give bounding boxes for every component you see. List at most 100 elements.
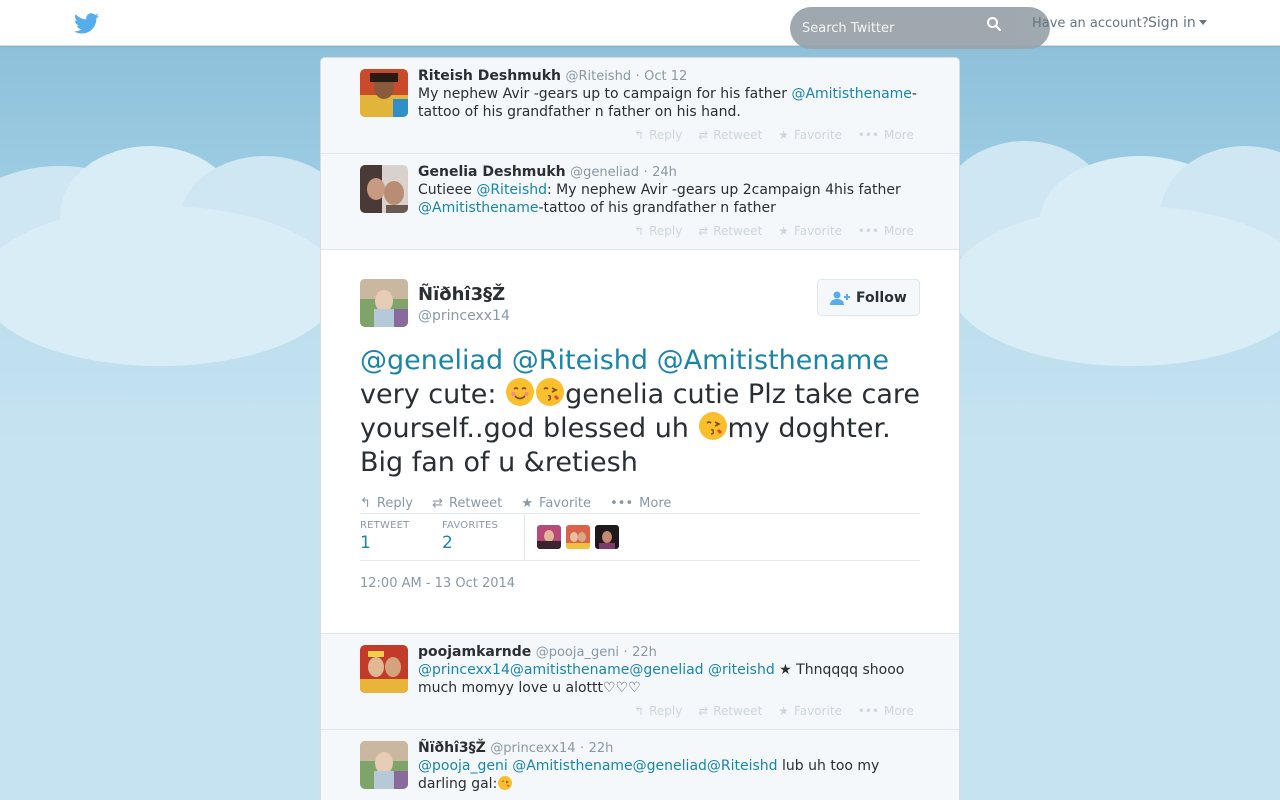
author-name[interactable]: Ñïðhî3§Ž <box>418 740 486 756</box>
more-dots-icon: ••• <box>610 496 634 511</box>
retweet-label: Retweet <box>713 704 763 718</box>
retweet-icon: ⇄ <box>698 704 709 718</box>
mention-link[interactable]: @Riteishd <box>707 758 778 774</box>
reply-icon: ↰ <box>360 496 371 511</box>
mention-link[interactable]: @Riteishd <box>512 345 648 376</box>
author-handle[interactable]: @pooja_geni <box>536 645 619 660</box>
reply-button[interactable]: ↰ Reply <box>360 496 413 511</box>
tweet-text: My nephew Avir -gears up to campaign for… <box>418 85 923 121</box>
reply-tweet[interactable]: Ñïðhî3§Ž @princexx14 · 22h @pooja_geni @… <box>321 730 959 800</box>
retweet-label: Retweet <box>448 496 503 511</box>
retweet-button[interactable]: ⇄ Retweet <box>698 704 762 718</box>
favoriter-avatar[interactable] <box>595 525 619 549</box>
search-input[interactable] <box>802 18 982 38</box>
tweet-header: poojamkarnde @pooja_geni · 22h <box>418 644 657 660</box>
ancestor-tweet[interactable]: Genelia Deshmukh @geneliad · 24h Cutieee… <box>321 154 959 250</box>
kissing-face-emoji-icon <box>536 378 565 406</box>
mention-link[interactable]: @princexx14 <box>418 662 510 678</box>
add-user-icon <box>830 291 850 305</box>
tweet-time[interactable]: 24h <box>652 165 677 180</box>
author-handle[interactable]: @geneliad <box>570 165 639 180</box>
author-name[interactable]: Ñïðhî3§Ž <box>418 284 505 305</box>
tweet-text: @pooja_geni @Amitisthename@geneliad@Rite… <box>418 757 923 793</box>
caret-down-icon <box>1198 20 1207 25</box>
favorite-button[interactable]: ★ Favorite <box>778 704 842 718</box>
avatar[interactable] <box>360 165 408 213</box>
retweet-button[interactable]: ⇄ Retweet <box>432 496 502 511</box>
text-segment: : My nephew Avir -gears up 2campaign 4hi… <box>547 182 901 198</box>
retweet-button[interactable]: ⇄ Retweet <box>698 128 762 142</box>
retweet-stat-label: RETWEET <box>360 520 410 531</box>
kissing-face-emoji-icon <box>498 776 513 790</box>
star-icon: ★ <box>521 496 534 511</box>
stats-divider <box>524 514 525 560</box>
avatar[interactable] <box>360 645 408 693</box>
favorite-button[interactable]: ★ Favorite <box>778 224 842 238</box>
mention-link[interactable]: @Amitisthename <box>657 345 889 376</box>
ancestor-tweet[interactable]: Riteish Deshmukh @Riteishd · Oct 12 My n… <box>321 58 959 154</box>
author-name[interactable]: Genelia Deshmukh <box>418 164 566 180</box>
more-button[interactable]: ••• More <box>858 704 914 718</box>
mention-link[interactable]: @geneliad <box>629 662 703 678</box>
mention-link[interactable]: @Amitisthename <box>791 86 911 102</box>
permalink-tweet: Ñïðhî3§Ž @princexx14 Follow @geneliad @R… <box>321 250 959 634</box>
twitter-bird-logo-icon[interactable] <box>74 13 99 34</box>
text-segment: -tattoo of his grandfather n father <box>538 200 776 216</box>
retweet-button[interactable]: ⇄ Retweet <box>698 224 762 238</box>
favorites-stat[interactable]: FAVORITES 2 <box>442 520 498 553</box>
mention-link[interactable]: @pooja_geni <box>418 758 508 774</box>
reply-label: Reply <box>376 496 413 511</box>
tweet-timestamp[interactable]: 12:00 AM - 13 Oct 2014 <box>360 576 515 591</box>
mention-link[interactable]: @geneliad <box>633 758 707 774</box>
reply-label: Reply <box>649 224 683 238</box>
reply-button[interactable]: ↰ Reply <box>634 128 682 142</box>
retweet-stat[interactable]: RETWEET 1 <box>360 520 409 553</box>
sign-in-dropdown[interactable]: Sign in <box>1148 15 1207 31</box>
tweet-header: Ñïðhî3§Ž @princexx14 · 22h <box>418 740 613 756</box>
favorite-label: Favorite <box>793 128 842 142</box>
author-handle[interactable]: @princexx14 <box>418 308 510 324</box>
search-icon[interactable] <box>986 16 1002 32</box>
follow-button[interactable]: Follow <box>817 279 920 316</box>
tweet-actions: ↰ Reply ⇄ Retweet ★ Favorite ••• More <box>634 224 926 238</box>
favorite-label: Favorite <box>539 496 591 511</box>
favoriter-avatar[interactable] <box>566 525 590 549</box>
more-label: More <box>883 128 914 142</box>
reply-label: Reply <box>649 704 683 718</box>
tweet-header: Riteish Deshmukh @Riteishd · Oct 12 <box>418 68 687 84</box>
favorites-stat-label: FAVORITES <box>442 520 499 531</box>
more-dots-icon: ••• <box>857 128 879 142</box>
reply-icon: ↰ <box>634 224 645 238</box>
favorite-button[interactable]: ★ Favorite <box>778 128 842 142</box>
tweet-time[interactable]: Oct 12 <box>644 69 687 84</box>
favoriter-avatar[interactable] <box>537 525 561 549</box>
reply-button[interactable]: ↰ Reply <box>634 704 682 718</box>
author-handle[interactable]: @Riteishd <box>565 69 631 84</box>
star-icon: ★ <box>778 704 789 718</box>
mention-link[interactable]: @Amitisthename <box>418 200 538 216</box>
tweet-text: @princexx14@amitisthename@geneliad @rite… <box>418 661 923 697</box>
more-button[interactable]: ••• More <box>610 496 671 511</box>
mention-link[interactable]: @riteishd <box>708 662 775 678</box>
mention-link[interactable]: @amitisthename <box>510 662 629 678</box>
more-button[interactable]: ••• More <box>858 224 914 238</box>
mention-link[interactable]: @geneliad <box>360 345 503 376</box>
reply-button[interactable]: ↰ Reply <box>634 224 682 238</box>
author-name[interactable]: Riteish Deshmukh <box>418 68 561 84</box>
tweet-time[interactable]: 22h <box>632 645 657 660</box>
avatar[interactable] <box>360 741 408 789</box>
reply-tweet[interactable]: poojamkarnde @pooja_geni · 22h @princexx… <box>321 634 959 730</box>
reply-icon: ↰ <box>634 128 645 142</box>
author-handle[interactable]: @princexx14 <box>490 741 575 756</box>
avatar[interactable] <box>360 69 408 117</box>
more-button[interactable]: ••• More <box>858 128 914 142</box>
search-box <box>790 7 1050 49</box>
mention-link[interactable]: @Amitisthename <box>512 758 632 774</box>
more-dots-icon: ••• <box>857 704 879 718</box>
avatar[interactable] <box>360 279 408 327</box>
mention-link[interactable]: @Riteishd <box>476 182 547 198</box>
retweet-icon: ⇄ <box>698 224 709 238</box>
tweet-time[interactable]: 22h <box>589 741 614 756</box>
favorite-button[interactable]: ★ Favorite <box>521 496 591 511</box>
author-name[interactable]: poojamkarnde <box>418 644 531 660</box>
